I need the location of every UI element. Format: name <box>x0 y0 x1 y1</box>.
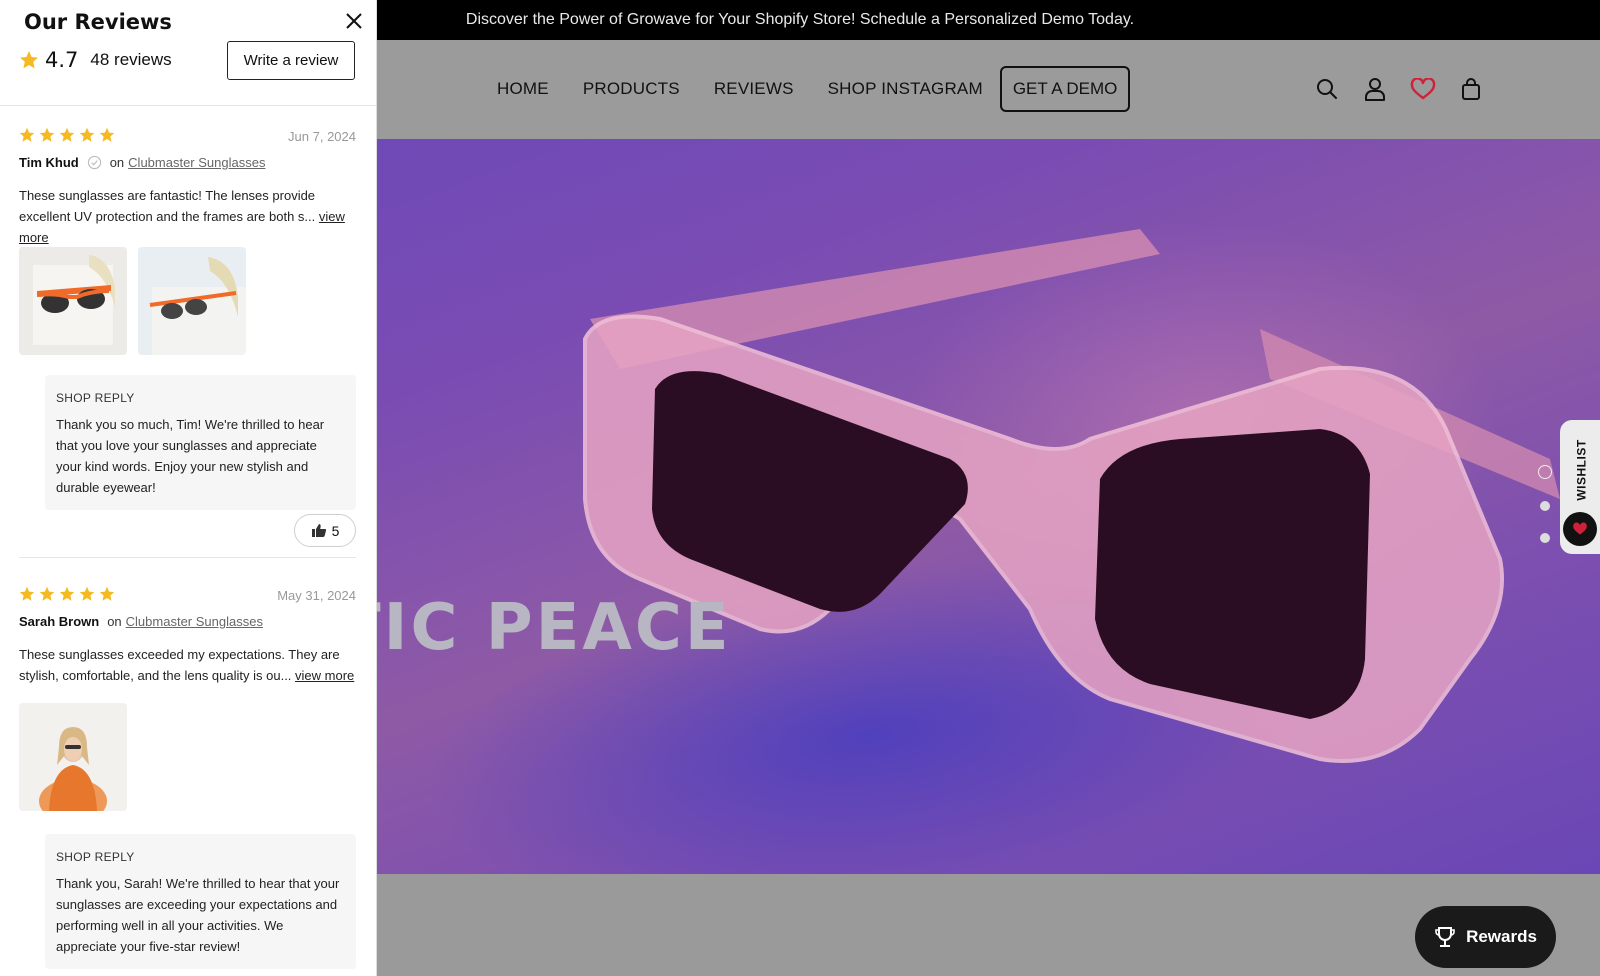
rewards-button[interactable]: Rewards <box>1415 906 1556 968</box>
shop-reply-label: SHOP REPLY <box>56 850 135 864</box>
review-author-row: Tim Khud on Clubmaster Sunglasses <box>19 155 265 170</box>
drawer-header: Our Reviews 4.7 48 reviews Write a revie… <box>0 0 376 106</box>
review-divider <box>19 557 356 558</box>
wishlist-heart-icon[interactable] <box>1410 76 1436 102</box>
heart-icon <box>1563 512 1597 546</box>
star-icon <box>79 127 95 142</box>
star-icon <box>19 586 35 601</box>
review-photo[interactable] <box>19 703 127 811</box>
review-photos <box>19 247 257 355</box>
star-icon <box>20 51 38 69</box>
nav-reviews[interactable]: REVIEWS <box>714 79 794 99</box>
reviews-drawer: Our Reviews 4.7 48 reviews Write a revie… <box>0 0 377 976</box>
review-product-link[interactable]: Clubmaster Sunglasses <box>126 614 263 629</box>
view-more-link[interactable]: view more <box>295 668 354 683</box>
slider-dot-2[interactable] <box>1540 501 1550 511</box>
search-icon[interactable] <box>1314 76 1340 102</box>
star-icon <box>59 586 75 601</box>
review-date: Jun 7, 2024 <box>288 129 356 144</box>
review-photo[interactable] <box>19 247 127 355</box>
star-icon <box>19 127 35 142</box>
thumbs-up-icon <box>311 524 326 537</box>
overall-rating: 4.7 48 reviews <box>19 48 172 72</box>
review-stars <box>19 586 119 602</box>
star-icon <box>99 127 115 142</box>
nav-products[interactable]: PRODUCTS <box>583 79 680 99</box>
helpful-like-button[interactable]: 5 <box>294 514 356 547</box>
main-nav: HOME PRODUCTS REVIEWS SHOP INSTAGRAM GET… <box>497 66 1131 112</box>
close-icon[interactable] <box>344 11 364 31</box>
account-icon[interactable] <box>1362 76 1388 102</box>
review-body: These sunglasses are fantastic! The lens… <box>19 185 356 248</box>
verified-check-icon <box>87 155 101 170</box>
review-photos <box>19 703 138 811</box>
write-review-button[interactable]: Write a review <box>227 41 355 80</box>
announcement-text: Discover the Power of Growave for Your S… <box>465 11 1135 28</box>
wishlist-side-tab[interactable]: WISHLIST <box>1560 420 1600 554</box>
review-author-row: Sarah Brown on Clubmaster Sunglasses <box>19 614 263 629</box>
rating-value: 4.7 <box>45 48 79 72</box>
wishlist-tab-label: WISHLIST <box>1575 439 1590 501</box>
review-date: May 31, 2024 <box>277 588 356 603</box>
review-count: 48 reviews <box>90 50 172 69</box>
review-body: These sunglasses exceeded my expectation… <box>19 644 356 686</box>
rewards-label: Rewards <box>1466 927 1537 946</box>
nav-home[interactable]: HOME <box>497 79 549 99</box>
shop-reply-text: Thank you, Sarah! We're thrilled to hear… <box>56 876 340 954</box>
slider-dot-1[interactable] <box>1538 465 1552 479</box>
like-count: 5 <box>331 522 340 539</box>
review-text: These sunglasses exceeded my expectation… <box>19 647 340 683</box>
get-a-demo-button[interactable]: GET A DEMO <box>999 66 1131 112</box>
shop-reply-text: Thank you so much, Tim! We're thrilled t… <box>56 417 325 495</box>
review-on-label: on <box>107 614 122 629</box>
review-stars <box>19 127 119 143</box>
shop-reply-label: SHOP REPLY <box>56 391 135 405</box>
cart-bag-icon[interactable] <box>1458 76 1484 102</box>
star-icon <box>79 586 95 601</box>
header-icons <box>1314 76 1506 102</box>
review-product-link[interactable]: Clubmaster Sunglasses <box>128 155 265 170</box>
review-author: Sarah Brown <box>19 614 100 629</box>
star-icon <box>39 586 55 601</box>
star-icon <box>39 127 55 142</box>
nav-shop-instagram[interactable]: SHOP INSTAGRAM <box>828 79 983 99</box>
trophy-icon <box>1435 927 1455 947</box>
shop-reply: SHOP REPLY Thank you so much, Tim! We're… <box>45 375 356 510</box>
slider-dot-3[interactable] <box>1540 533 1550 543</box>
review-author: Tim Khud <box>19 155 79 170</box>
star-icon <box>99 586 115 601</box>
star-icon <box>59 127 75 142</box>
slider-dots <box>1538 465 1552 565</box>
shop-reply: SHOP REPLY Thank you, Sarah! We're thril… <box>45 834 356 969</box>
review-on-label: on <box>109 155 125 170</box>
hero-heading-line2: TIC PEACE <box>337 591 732 665</box>
review-text: These sunglasses are fantastic! The lens… <box>19 188 319 224</box>
review-photo[interactable] <box>138 247 246 355</box>
drawer-title: Our Reviews <box>24 10 172 34</box>
